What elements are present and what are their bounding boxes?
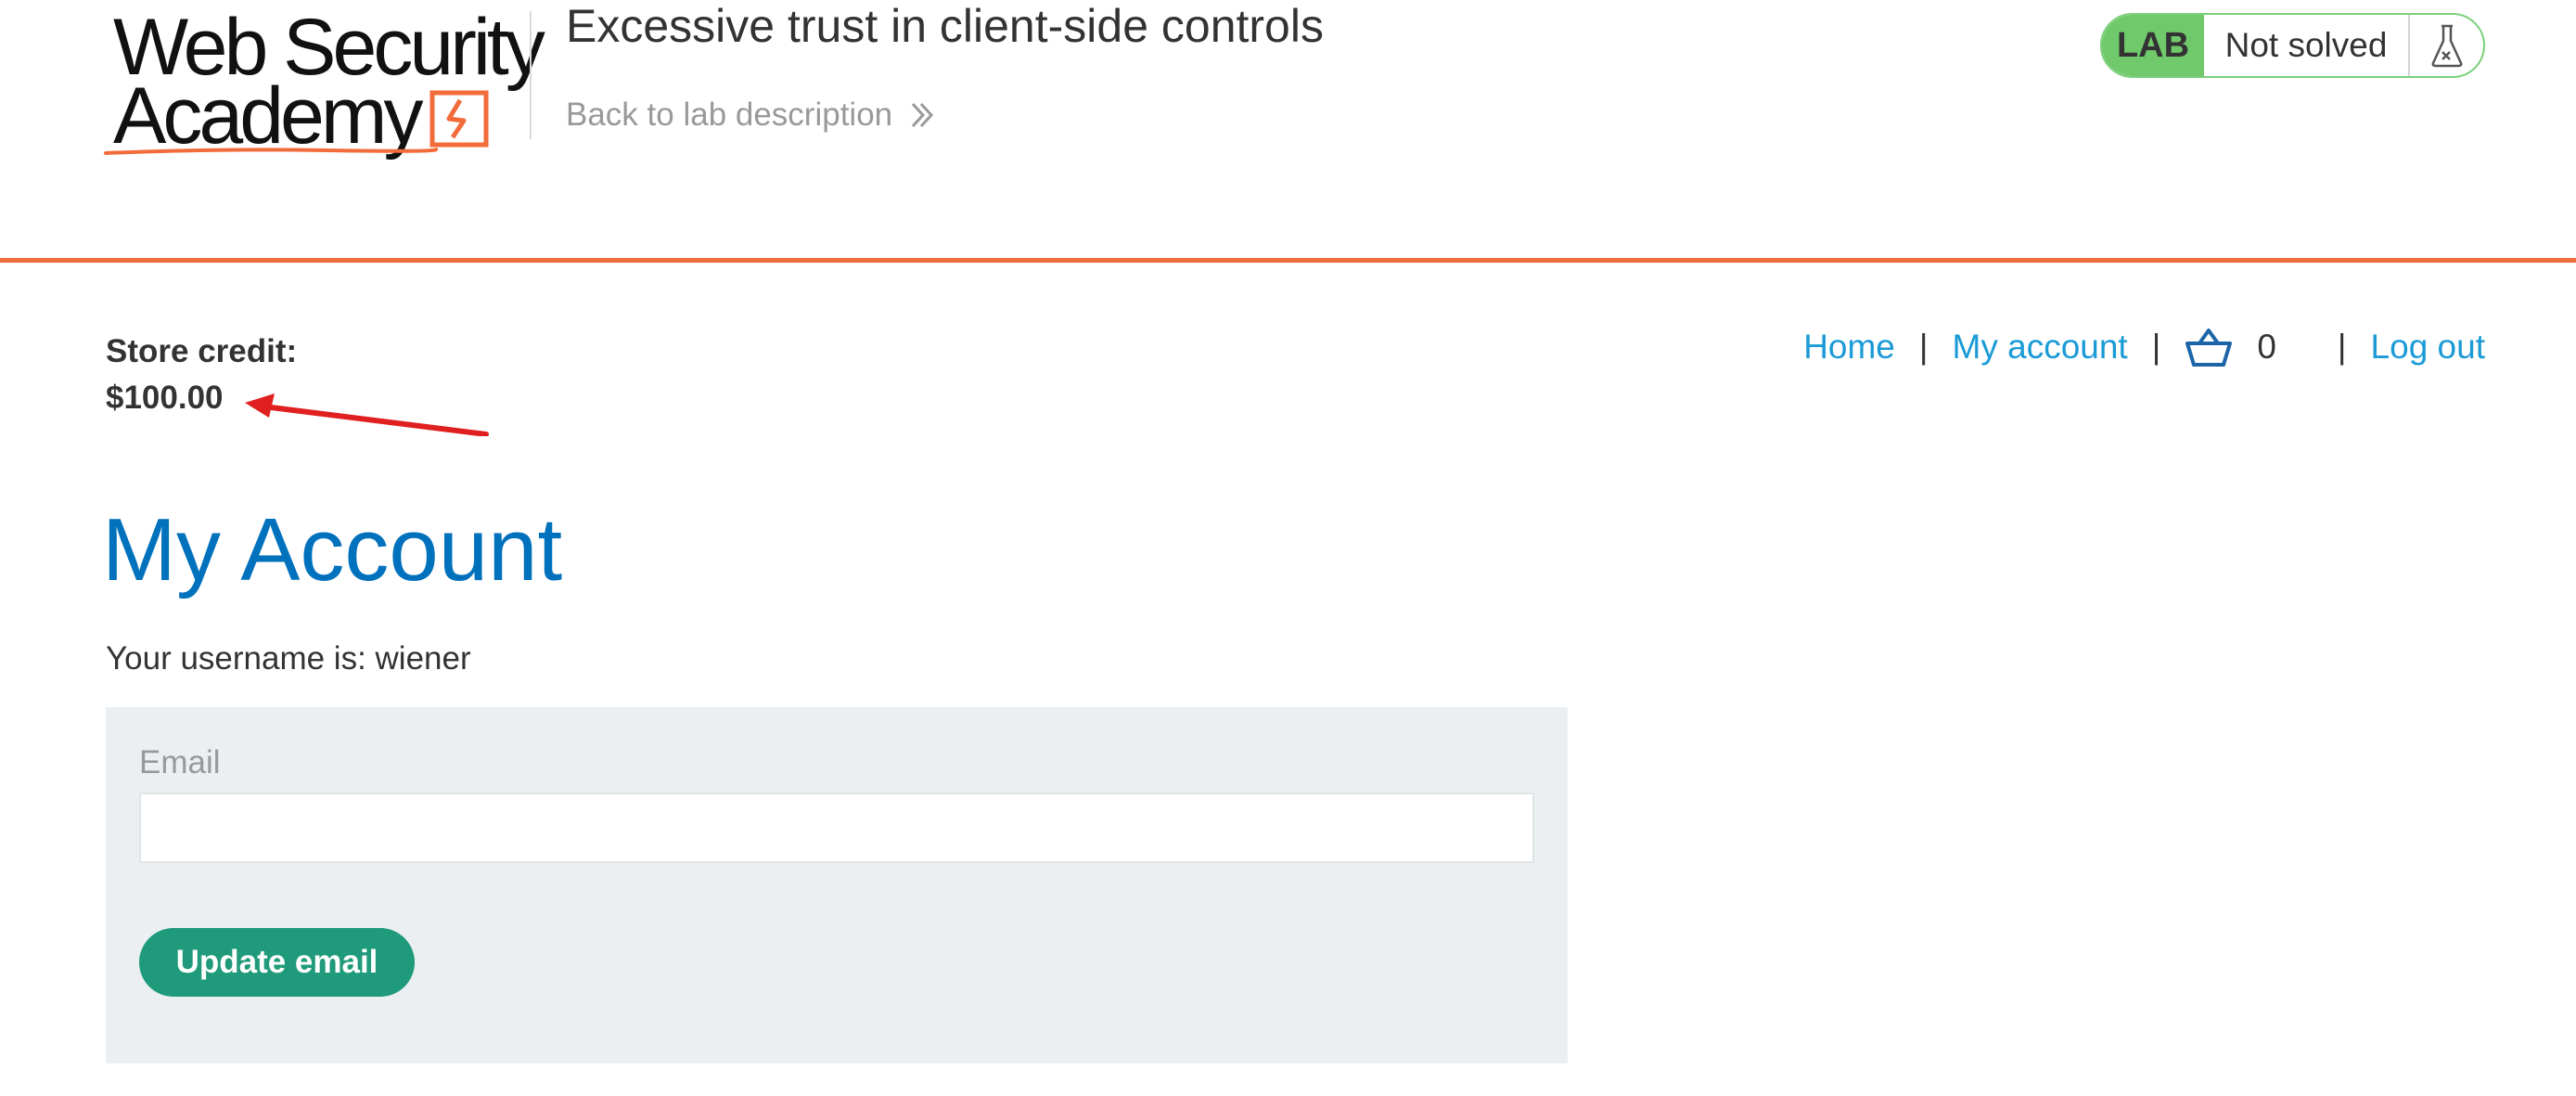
store-credit-label: Store credit: xyxy=(106,333,298,369)
nav-log-out-link[interactable]: Log out xyxy=(2371,328,2485,367)
email-label: Email xyxy=(139,744,221,780)
username-text: Your username is: wiener xyxy=(106,640,471,677)
nav-separator: | xyxy=(1918,328,1929,366)
logo-lightning-icon xyxy=(429,90,489,148)
annotation-arrow-icon xyxy=(245,393,489,436)
back-link-label: Back to lab description xyxy=(566,97,893,133)
cart-link[interactable]: 0 xyxy=(2185,327,2293,367)
flask-icon xyxy=(2410,15,2483,76)
cart-count: 0 xyxy=(2257,328,2276,366)
logo-underline-icon xyxy=(104,148,438,155)
top-nav: Home | My account | 0 | Log out xyxy=(1803,327,2485,367)
lab-status-badge: LAB Not solved xyxy=(2100,13,2485,78)
update-email-button[interactable]: Update email xyxy=(139,928,415,997)
nav-separator: | xyxy=(2151,328,2161,366)
lab-title: Excessive trust in client-side controls xyxy=(566,0,1324,52)
lab-tag: LAB xyxy=(2102,15,2204,76)
nav-separator: | xyxy=(2337,328,2347,366)
lab-header: Web Security Academy Excessive trust in … xyxy=(0,0,2576,263)
email-input[interactable] xyxy=(139,793,1534,863)
nav-home-link[interactable]: Home xyxy=(1803,328,1895,367)
web-security-academy-logo[interactable]: Web Security Academy xyxy=(104,7,545,161)
update-email-form: Email Update email xyxy=(106,707,1568,1064)
lab-status-text: Not solved xyxy=(2204,15,2410,76)
page: Web Security Academy Excessive trust in … xyxy=(0,0,2576,1096)
page-title: My Account xyxy=(102,500,563,600)
back-to-lab-description-link[interactable]: Back to lab description xyxy=(566,97,937,134)
double-chevron-right-icon xyxy=(912,102,934,128)
header-divider xyxy=(530,11,532,139)
nav-my-account-link[interactable]: My account xyxy=(1953,328,2128,367)
cart-icon xyxy=(2185,329,2233,367)
